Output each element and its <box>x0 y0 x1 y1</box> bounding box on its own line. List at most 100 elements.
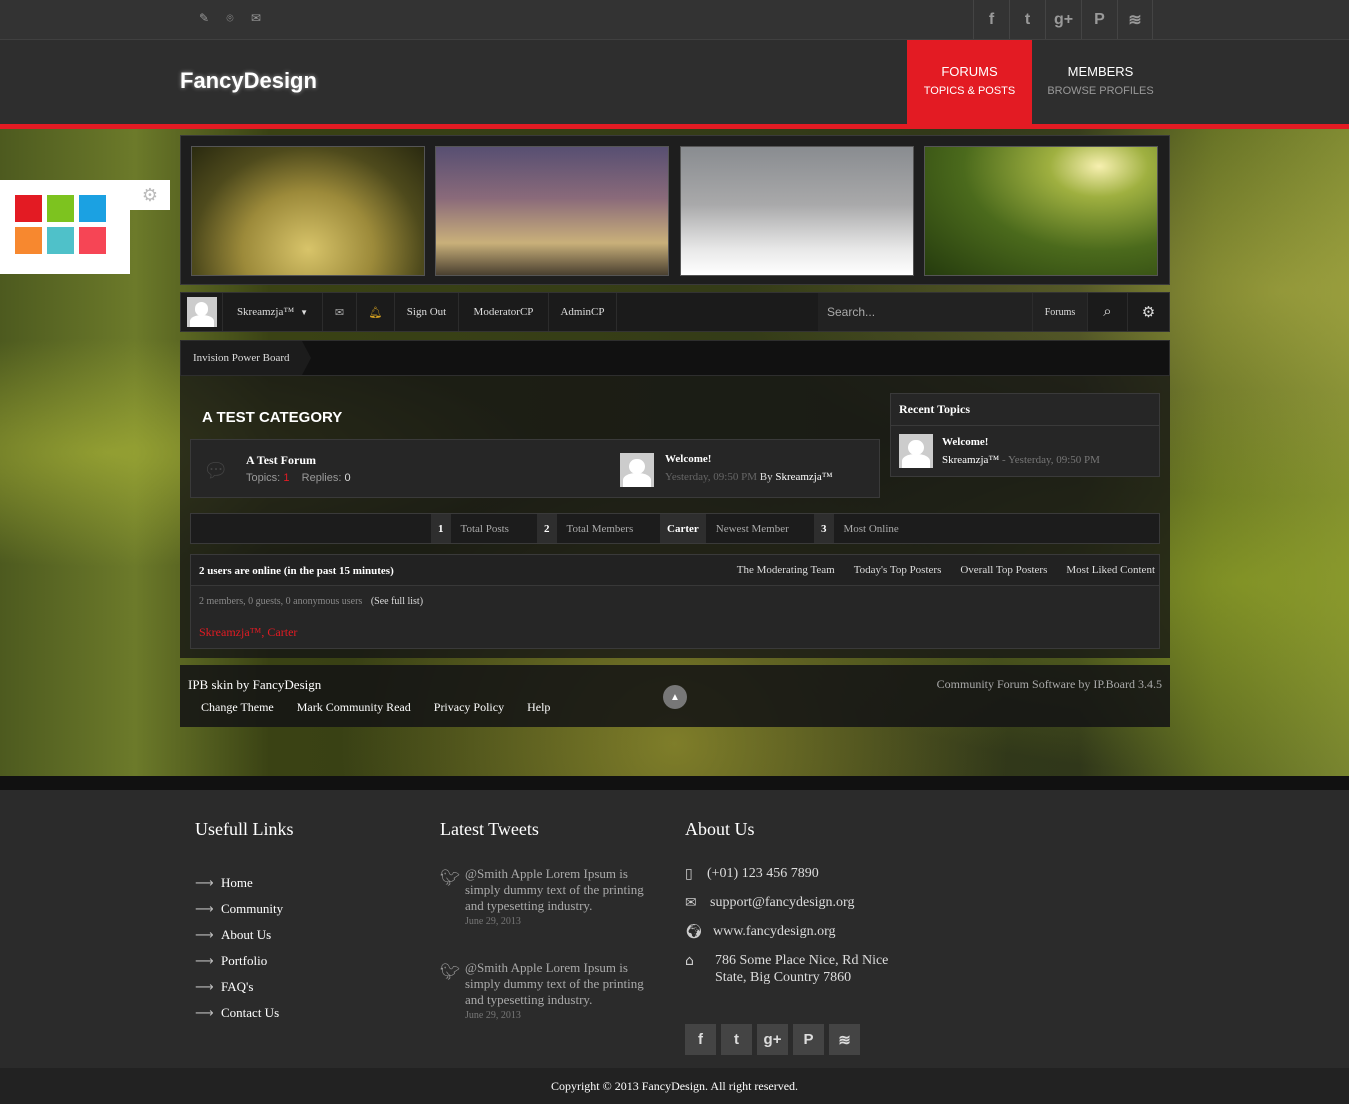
about-us-title: About Us <box>685 819 755 839</box>
category-title[interactable]: A TEST CATEGORY <box>202 409 342 426</box>
google-plus-icon[interactable]: g+ <box>757 1024 788 1055</box>
latest-tweets-title: Latest Tweets <box>440 819 539 839</box>
recent-topic-author-link[interactable]: Skreamzja™ <box>942 454 999 466</box>
recent-topics-title: Recent Topics <box>891 394 1159 426</box>
moderator-cp-link[interactable]: ModeratorCP <box>459 293 549 331</box>
google-plus-icon[interactable]: g+ <box>1045 0 1081 39</box>
recent-topic-time: - Yesterday, 09:50 PM <box>1001 454 1100 466</box>
nav-tab-forums[interactable]: FORUMS TOPICS & POSTS <box>907 40 1032 124</box>
forum-main-panel: A TEST CATEGORY 💬︎ A Test Forum Topics: … <box>180 376 1170 658</box>
search-input[interactable]: Search... <box>818 293 1032 331</box>
color-swatch-green[interactable] <box>47 195 74 222</box>
tweet-text[interactable]: @Smith Apple Lorem Ipsum is simply dummy… <box>465 866 660 914</box>
facebook-icon[interactable]: f <box>685 1024 716 1055</box>
map-pin-icon[interactable]: ⌾ <box>221 9 239 27</box>
twitter-bird-icon: 🐦︎ <box>440 964 461 981</box>
grass-sunset-image[interactable] <box>435 146 669 276</box>
rss-icon[interactable]: ≋ <box>829 1024 860 1055</box>
search-icon[interactable]: ⌕ <box>1088 293 1128 331</box>
footer-link-contact-us[interactable]: ⟶ Contact Us <box>195 1000 283 1026</box>
footer-link-label: Contact Us <box>221 1005 280 1020</box>
stat-value: 1 <box>431 514 451 543</box>
help-link[interactable]: Help <box>527 700 550 715</box>
avatar <box>186 297 217 327</box>
change-theme-link[interactable]: Change Theme <box>201 700 274 715</box>
color-swatch-orange[interactable] <box>15 227 42 254</box>
moderating-team-link[interactable]: The Moderating Team <box>737 564 835 576</box>
newest-member-link[interactable]: Carter <box>660 514 706 543</box>
facebook-icon[interactable]: f <box>973 0 1009 39</box>
color-swatch-red[interactable] <box>15 195 42 222</box>
nav-tab-title: MEMBERS <box>1067 64 1134 79</box>
snowy-forest-image[interactable] <box>680 146 914 276</box>
user-menu-dropdown[interactable]: Skreamzja™ ▼ <box>223 293 323 331</box>
footer-link-label: Community <box>221 901 284 916</box>
footer-link-portfolio[interactable]: ⟶ Portfolio <box>195 948 283 974</box>
privacy-policy-link[interactable]: Privacy Policy <box>434 700 504 715</box>
gear-icon[interactable]: ⚙ <box>1128 293 1169 331</box>
site-logo[interactable]: FancyDesign <box>180 68 317 94</box>
nav-tab-members[interactable]: MEMBERS BROWSE PROFILES <box>1038 40 1163 124</box>
twitter-bird-icon: 🐦︎ <box>440 870 461 887</box>
footer-link-label: About Us <box>221 927 272 942</box>
pinterest-icon[interactable]: P <box>1081 0 1117 39</box>
stat-total-posts: 1 Total Posts <box>431 514 519 543</box>
envelope-icon[interactable]: ✉ <box>323 293 357 331</box>
recent-topic-link[interactable]: Welcome! <box>942 436 988 448</box>
meadow-tree-image[interactable] <box>191 146 425 276</box>
mark-community-read-link[interactable]: Mark Community Read <box>297 700 411 715</box>
most-liked-content-link[interactable]: Most Liked Content <box>1066 564 1155 576</box>
color-swatch-pink[interactable] <box>79 227 106 254</box>
twitter-icon[interactable]: t <box>721 1024 752 1055</box>
footer-link-label: FAQ's <box>221 979 254 994</box>
pencil-icon[interactable]: ✎ <box>195 9 213 27</box>
footer-link-about-us[interactable]: ⟶ About Us <box>195 922 283 948</box>
arrow-right-icon: ⟶ <box>195 1005 214 1021</box>
bell-icon[interactable]: 🔔︎ <box>357 293 395 331</box>
admin-cp-link[interactable]: AdminCP <box>549 293 617 331</box>
chat-icon[interactable]: ✉ <box>247 9 265 27</box>
color-swatch-teal[interactable] <box>47 227 74 254</box>
recent-topic-avatar[interactable] <box>899 434 933 468</box>
chevron-down-icon: ▼ <box>300 307 309 317</box>
last-post-title-link[interactable]: Welcome! <box>665 453 711 465</box>
board-stats-bar: 1 Total Posts 2 Total Members Carter New… <box>190 513 1160 544</box>
top-left-icons: ✎ ⌾ ✉ <box>195 9 265 27</box>
arrow-right-icon: ⟶ <box>195 927 214 943</box>
email-link[interactable]: support@fancydesign.org <box>710 895 854 911</box>
gear-icon[interactable]: ⚙ <box>130 180 170 210</box>
website-link[interactable]: www.fancydesign.org <box>713 924 835 940</box>
arrow-right-icon: ⟶ <box>195 901 214 917</box>
stat-label: Total Posts <box>460 522 509 535</box>
footer-link-home[interactable]: ⟶ Home <box>195 870 283 896</box>
overall-top-posters-link[interactable]: Overall Top Posters <box>960 564 1047 576</box>
mossy-forest-stream-image[interactable] <box>924 146 1158 276</box>
forum-footer-links: Change Theme Mark Community Read Privacy… <box>201 700 550 715</box>
tweet-date: June 29, 2013 <box>465 1010 521 1021</box>
image-gallery <box>180 135 1170 285</box>
powered-by-link[interactable]: Community Forum Software by IP.Board 3.4… <box>937 677 1162 692</box>
tweet-text[interactable]: @Smith Apple Lorem Ipsum is simply dummy… <box>465 960 660 1008</box>
footer-link-community[interactable]: ⟶ Community <box>195 896 283 922</box>
user-avatar-cell[interactable] <box>181 293 223 331</box>
back-to-top-icon[interactable]: ▲ <box>663 685 687 709</box>
breadcrumb-home-link[interactable]: Invision Power Board <box>181 341 311 375</box>
footer-link-faqs[interactable]: ⟶ FAQ's <box>195 974 283 1000</box>
see-full-list-link[interactable]: (See full list) <box>371 596 423 607</box>
sign-out-link[interactable]: Sign Out <box>395 293 459 331</box>
forum-footer: IPB skin by FancyDesign Change Theme Mar… <box>180 665 1170 727</box>
pinterest-icon[interactable]: P <box>793 1024 824 1055</box>
color-swatch-blue[interactable] <box>79 195 106 222</box>
search-scope-select[interactable]: Forums <box>1032 293 1088 331</box>
stat-total-members: 2 Total Members <box>537 514 643 543</box>
last-poster-avatar[interactable] <box>620 453 654 487</box>
top-bar: ✎ ⌾ ✉ f t g+ P ≋ <box>0 0 1349 40</box>
forum-name-link[interactable]: A Test Forum <box>246 453 316 468</box>
nav-tab-subtitle: TOPICS & POSTS <box>923 85 1016 97</box>
skin-credit: IPB skin by FancyDesign <box>188 677 322 692</box>
todays-top-posters-link[interactable]: Today's Top Posters <box>854 564 942 576</box>
rss-icon[interactable]: ≋ <box>1117 0 1153 39</box>
twitter-icon[interactable]: t <box>1009 0 1045 39</box>
last-post-author-link[interactable]: Skreamzja™ <box>775 471 832 483</box>
online-user-list[interactable]: Skreamzja™, Carter <box>199 625 297 640</box>
